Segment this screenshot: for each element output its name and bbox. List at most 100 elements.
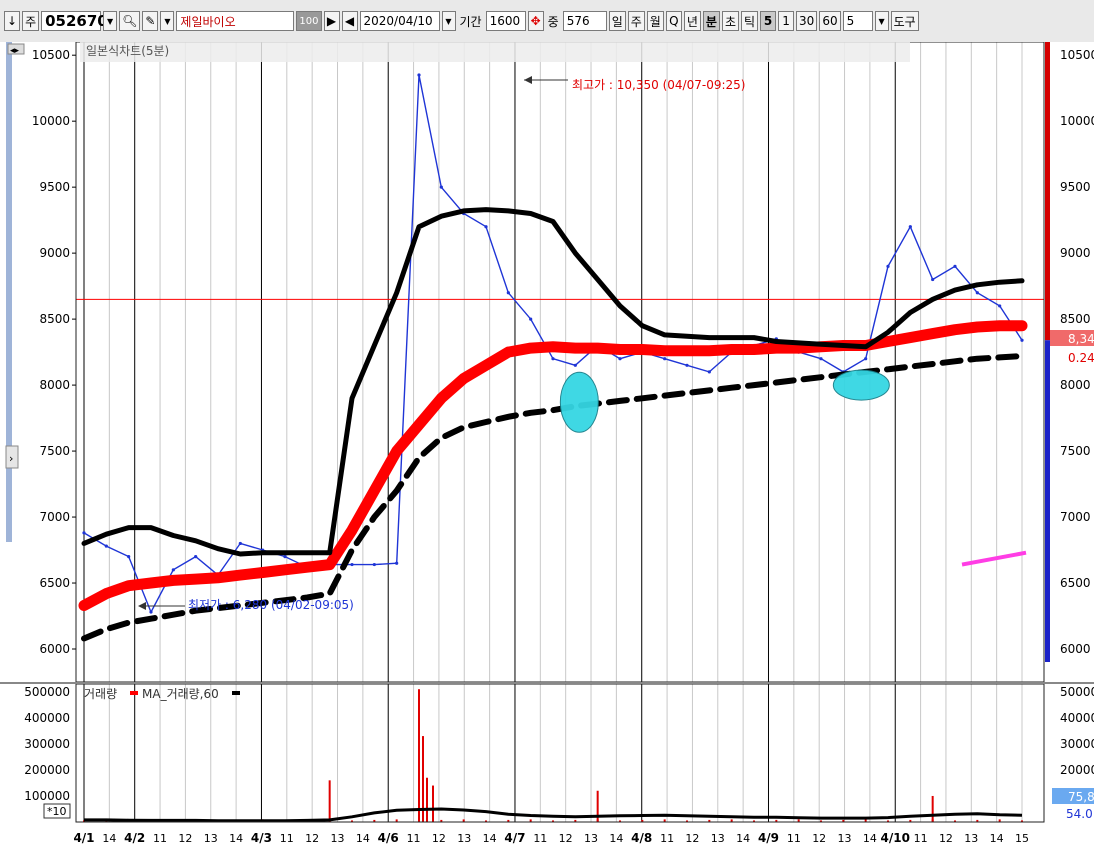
panel-toggle-icon[interactable]: › [9,452,13,465]
x-tick-label: 14 [229,832,243,845]
price-point [395,561,399,565]
price-point [864,357,868,361]
search-icon[interactable]: 🔍︎ [119,11,141,31]
volume-tick-label-right: 300000 [1060,737,1094,751]
x-tick-label: 14 [990,832,1004,845]
minute-30-button[interactable]: 30 [796,11,818,31]
price-point [685,363,689,367]
price-point [998,304,1002,308]
x-tick-label: 11 [407,832,421,845]
x-tick-label: 13 [584,832,598,845]
last-ma-text: 54.0 [1066,807,1093,821]
price-point [171,568,175,572]
y-tick-label: 10500 [32,48,70,62]
count-input[interactable]: 576 [562,11,607,31]
y-tick-label-right: 7000 [1060,510,1091,524]
play-forward-icon[interactable]: ▶ [323,11,340,31]
interval-month-button[interactable]: 월 [646,11,664,31]
y-tick-label-right: 9500 [1060,180,1091,194]
price-point [439,185,443,189]
y-tick-label: 9000 [39,246,70,260]
volume-spike [328,780,331,822]
scroll-arrow-button[interactable]: ↓ [4,11,21,31]
x-tick-label: 4/9 [758,831,779,845]
y-tick-label-right: 8000 [1060,378,1091,392]
chart-svg[interactable]: › ◂▸ 4/1 14 4/2 11 12 13 14 4/3 11 12 13 14 4/6 11 12 1… [0,41,1094,846]
memo-dropdown-icon[interactable]: ▼ [160,11,175,31]
interval-year-button[interactable]: 년 [683,11,701,31]
count-label: 중 [547,14,559,29]
x-tick-label: 14 [483,832,497,845]
minute-input[interactable]: 5 [842,11,873,31]
x-tick-label: 11 [153,832,167,845]
x-tick-label: 12 [178,832,192,845]
date-input[interactable]: 2020/04/10 [359,11,440,31]
volume-tick-label: 100000 [24,789,70,803]
highlight-ellipse-48 [559,371,599,433]
x-tick-label: 13 [838,832,852,845]
interval-day-button[interactable]: 일 [608,11,626,31]
change-text: 0.24 [1068,351,1094,365]
code-dropdown-icon[interactable]: ▼ [103,11,118,31]
chart-background [0,42,1094,846]
y-tick-label: 8500 [39,312,70,326]
zoom-icon[interactable]: ✥ [527,11,544,31]
right-scale-bar-down [1045,340,1050,662]
low-annotation: 최저가 : 6,280 (04/02-09:05) [188,598,354,612]
date-dropdown-icon[interactable]: ▼ [441,11,456,31]
price-point [908,225,912,229]
price-point [506,291,510,295]
x-tick-label: 13 [711,832,725,845]
price-point [149,610,153,614]
x-tick-label: 4/8 [631,831,652,845]
price-point [127,555,131,559]
ma60-legend-swatch [232,691,240,695]
x-tick-label: 14 [609,832,623,845]
ma-legend-swatch [130,691,138,695]
period-input[interactable]: 1600 [485,11,526,31]
price-point [1020,338,1024,342]
y-tick-label: 6000 [39,642,70,656]
y-tick-label-right: 7500 [1060,444,1091,458]
price-point [417,73,421,77]
interval-week-button[interactable]: 주 [627,11,645,31]
interval-second-button[interactable]: 초 [721,11,739,31]
volume-spike [931,795,934,822]
type-selector-button[interactable]: 주 [22,11,40,31]
price-point [350,562,354,567]
interval-minute-button[interactable]: 분 [702,11,720,31]
volume-spike [426,777,428,822]
x-tick-label: 11 [914,832,928,845]
price-point [551,357,555,361]
x-tick-label: 13 [457,832,471,845]
x-tick-label: 4/7 [504,831,525,845]
interval-tick-button[interactable]: 틱 [740,11,759,31]
price-point [975,291,979,295]
price-point [372,562,376,567]
period-label: 기간 [459,14,482,29]
chart-area: › ◂▸ 4/1 14 4/2 11 12 13 14 4/3 11 12 13 14 4/6 11 12 1… [0,41,1094,846]
x-tick-label: 13 [964,832,978,845]
interval-quarter-button[interactable]: Q [665,11,682,31]
percent-badge[interactable]: 100 [296,11,322,31]
price-point [484,225,488,229]
tools-button[interactable]: 도구 [890,11,919,31]
memo-icon[interactable]: ✎ [142,11,159,31]
volume-spike [432,785,434,822]
price-point [931,277,935,282]
stock-code-input[interactable]: 052670 [41,11,108,31]
minute-1-button[interactable]: 1 [778,11,795,31]
y-tick-label: 6500 [39,576,70,590]
highlight-ellipse-410 [832,369,890,401]
x-tick-label: 11 [660,832,674,845]
ma-legend: MA_거래량,60 [142,687,219,701]
x-tick-label: 14 [102,832,116,845]
minute-5-button[interactable]: 5 [760,11,777,31]
minute-dropdown-icon[interactable]: ▼ [874,11,889,31]
chart-expand-icon[interactable]: ◂▸ [10,46,20,56]
right-scale-bar-up [1045,42,1050,341]
price-point [707,370,711,374]
minute-60-button[interactable]: 60 [819,11,841,31]
play-back-icon[interactable]: ◀ [341,11,358,31]
stock-name-field[interactable]: 제일바이오 [176,11,295,31]
